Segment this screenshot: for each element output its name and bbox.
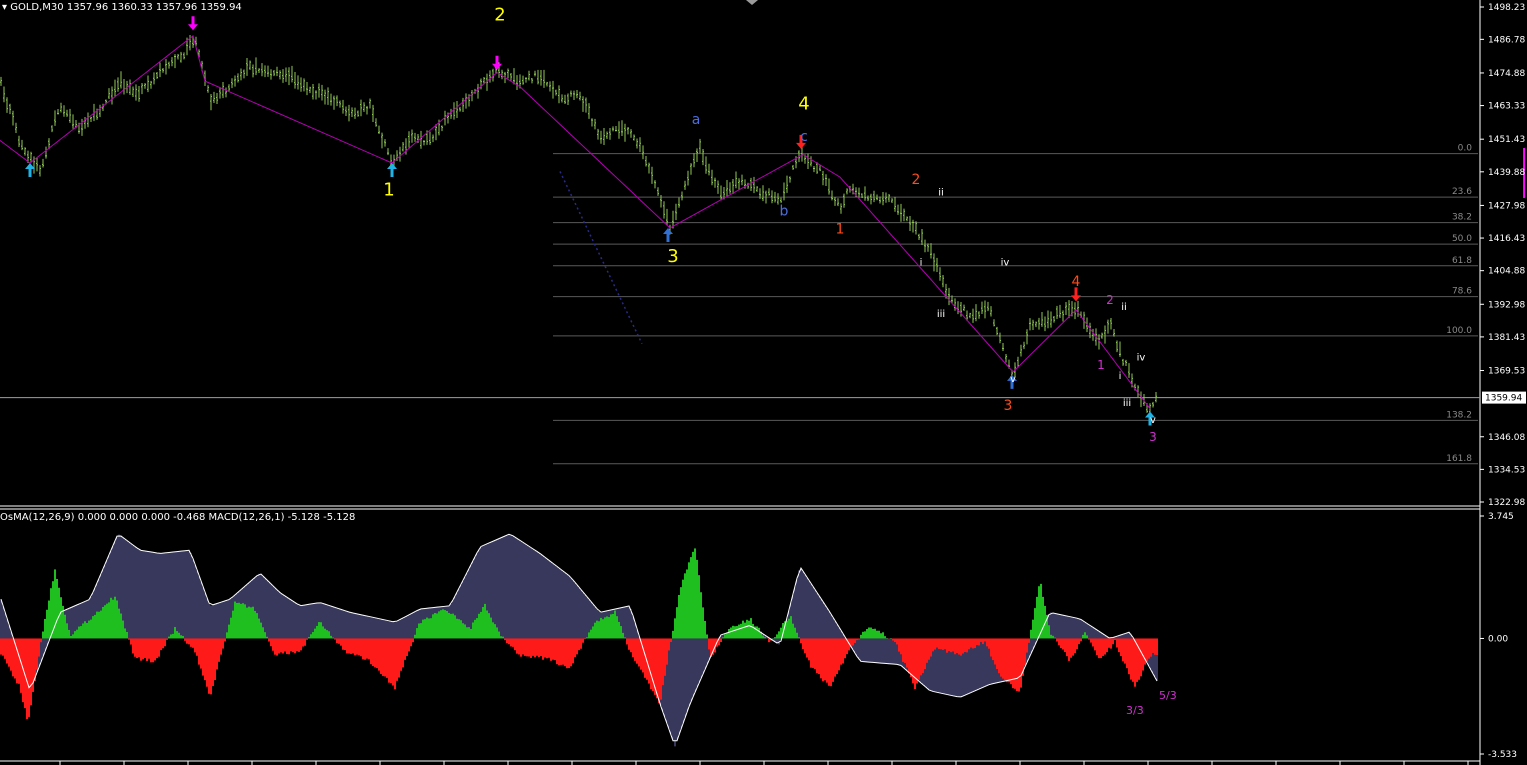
price-tick-label: 1346.08 — [1488, 433, 1525, 443]
price-tick-label: 1439.88 — [1488, 168, 1525, 178]
wave-label: 4 — [1072, 274, 1081, 290]
ohlc-values: 1357.96 1360.33 1357.96 1359.94 — [66, 2, 242, 13]
price-tick-label: 1404.88 — [1488, 267, 1525, 277]
fib-level-label: 23.6 — [1452, 187, 1472, 197]
price-tick-label: 1334.53 — [1488, 465, 1525, 475]
fib-level-label: 100.0 — [1446, 326, 1472, 336]
price-tick-label: 1474.88 — [1488, 69, 1525, 79]
wave-label: 1 — [383, 179, 394, 200]
wave-label: 2 — [912, 172, 921, 188]
arrow-down-icon — [188, 16, 198, 31]
indicator-header: OsMA(12,26,9) 0.000 0.000 0.000 -0.468 M… — [0, 512, 355, 523]
wave-label: ii — [1121, 302, 1127, 313]
arrow-down-icon — [492, 55, 502, 70]
wave-label: iv — [1137, 353, 1146, 364]
arrow-up-icon — [387, 162, 397, 177]
wave-label: v — [1010, 374, 1016, 385]
shift-marker-icon — [746, 0, 758, 5]
wave-label: a — [692, 112, 701, 128]
wave-label: 2 — [494, 4, 505, 25]
price-tick-label: 1427.98 — [1488, 201, 1525, 211]
wave-label: ii — [938, 187, 944, 198]
wave-label: v — [1150, 415, 1156, 426]
wave-label: iii — [1123, 398, 1131, 409]
price-tick-label: 1381.43 — [1488, 333, 1525, 343]
wave-label: iii — [937, 309, 945, 320]
price-tick-label: 1369.53 — [1488, 367, 1525, 377]
osma-count-label: 3/3 — [1126, 704, 1144, 717]
fib-level-label: 50.0 — [1452, 234, 1472, 244]
wave-label: c — [800, 129, 808, 145]
price-tick-label: 1463.33 — [1488, 102, 1525, 112]
osma-tick-label: 3.745 — [1488, 512, 1514, 522]
fib-level-label: 38.2 — [1452, 213, 1472, 223]
wave-label: 1 — [1097, 358, 1105, 372]
price-tick-label: 1322.98 — [1488, 498, 1525, 508]
osma-tick-label: -3.533 — [1488, 750, 1517, 760]
chart-svg[interactable]: 0.0 23.6 38.2 50.0 61.8 78.6 100.0 138.2 161.8 1 2… — [0, 0, 1527, 765]
wave-label: 3 — [667, 246, 678, 267]
wave-label: b — [780, 203, 789, 219]
symbol-label: GOLD,M30 — [10, 2, 64, 13]
wave-label: i — [920, 258, 923, 269]
macd-count-label: 5/3 — [1159, 689, 1177, 702]
wave-label: iv — [1001, 258, 1010, 269]
fibonacci-levels: 0.0 23.6 38.2 50.0 61.8 78.6 100.0 138.2 161.8 — [553, 144, 1478, 465]
price-tick-label: 1451.43 — [1488, 135, 1525, 145]
fib-level-label: 78.6 — [1452, 287, 1472, 297]
fib-level-label: 138.2 — [1446, 410, 1472, 420]
dropdown-arrow-icon[interactable]: ▾ — [2, 2, 7, 13]
price-tick-label: 1392.98 — [1488, 300, 1525, 310]
wave-label: 2 — [1106, 293, 1114, 307]
price-tick-label: 1498.23 — [1488, 3, 1525, 13]
osma-tick-label: 0.00 — [1488, 634, 1508, 644]
fib-level-label: 161.8 — [1446, 454, 1472, 464]
last-price-label: 1359.94 — [1485, 394, 1522, 404]
price-tick-label: 1416.43 — [1488, 234, 1525, 244]
price-header: ▾ GOLD,M30 1357.96 1360.33 1357.96 1359.… — [2, 2, 242, 13]
fib-level-label: 61.8 — [1452, 256, 1472, 266]
price-tick-label: 1486.78 — [1488, 35, 1525, 45]
arrow-up-icon — [663, 227, 673, 242]
fib-level-label: 0.0 — [1458, 144, 1473, 154]
osma-label: OsMA(12,26,9) 0.000 0.000 0.000 -0.468 — [0, 512, 206, 523]
price-bars — [0, 35, 1157, 418]
wave-label: i — [1119, 371, 1122, 382]
wave-label: 4 — [798, 93, 809, 114]
macd-label: MACD(12,26,1) -5.128 -5.128 — [208, 512, 356, 523]
wave-label: 3 — [1004, 398, 1013, 414]
wave-label: 3 — [1149, 430, 1157, 444]
wave-label: 1 — [836, 222, 845, 238]
